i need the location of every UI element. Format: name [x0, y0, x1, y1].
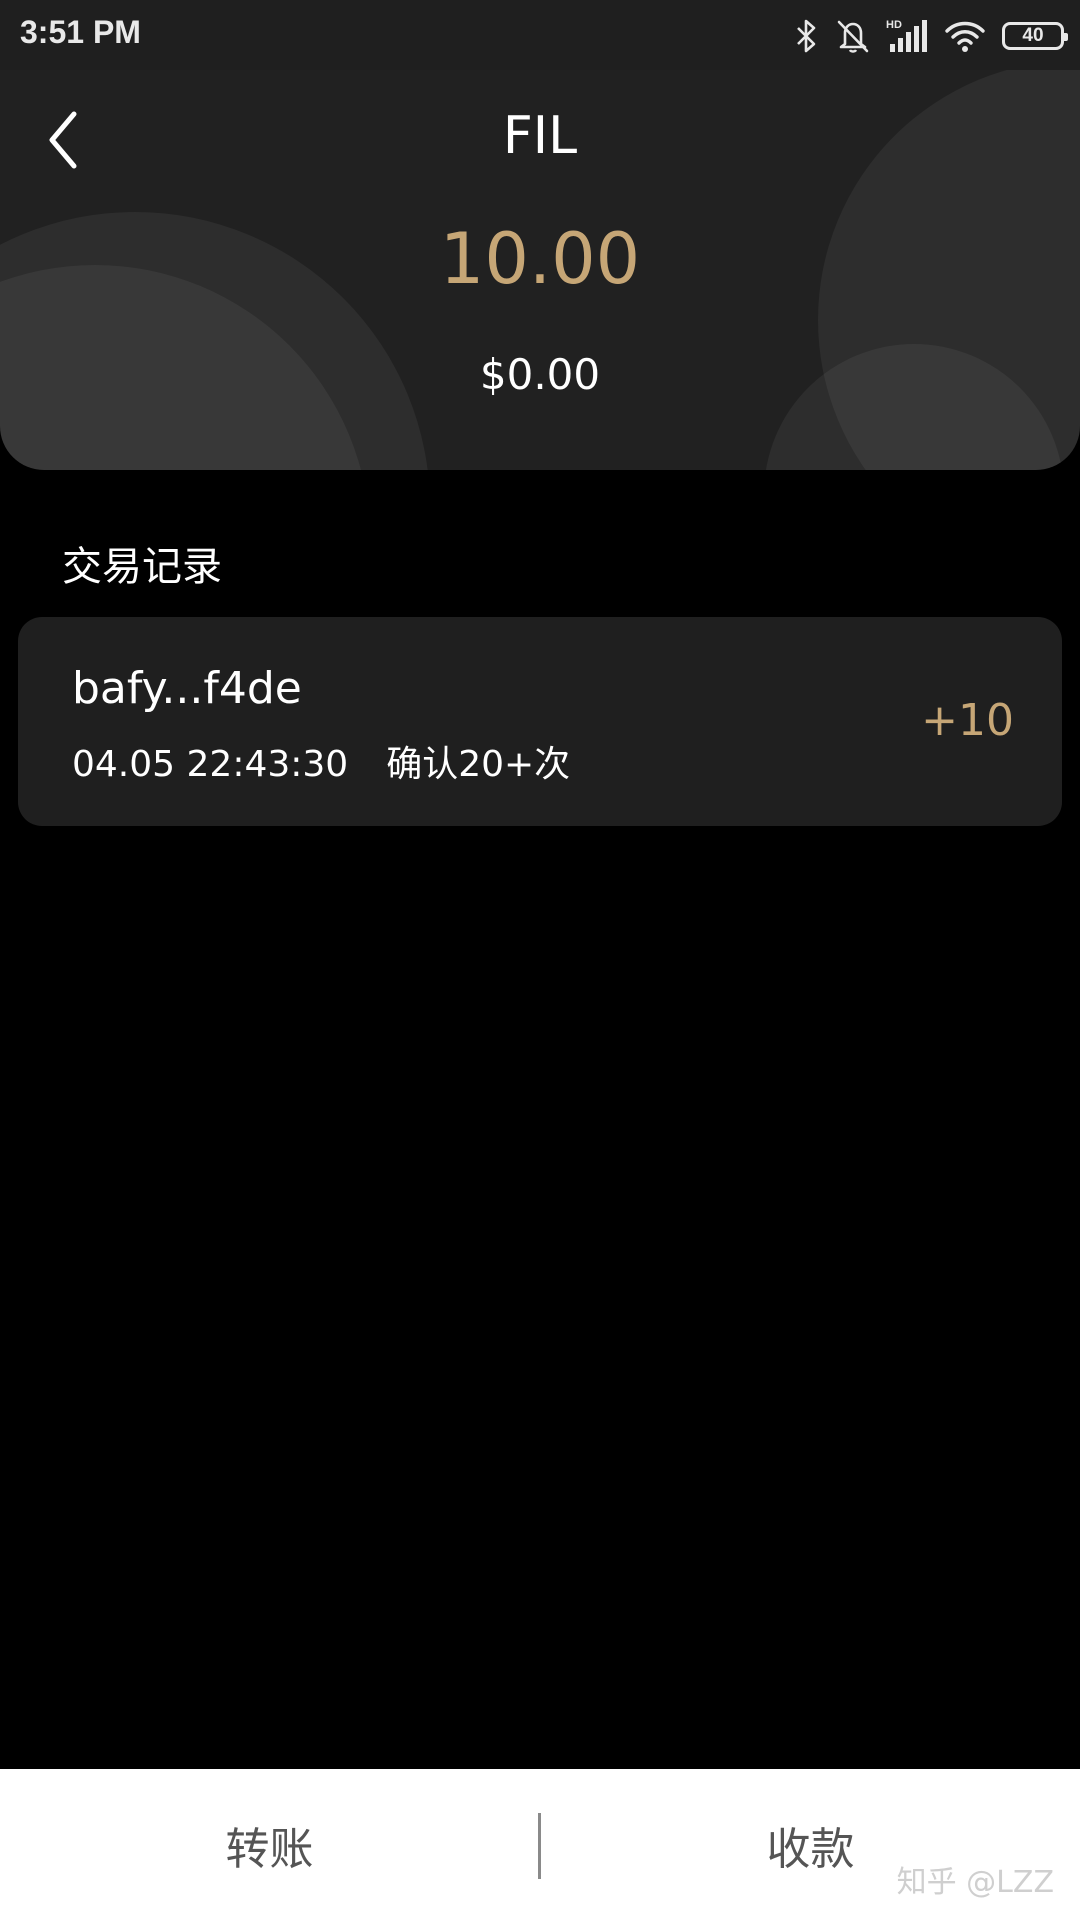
mute-bell-icon [837, 20, 869, 53]
transaction-confirmations: 确认20+次 [386, 744, 571, 785]
status-time: 3:51 PM [20, 14, 141, 50]
hd-signal-icon: HD [886, 19, 927, 52]
transaction-amount: +10 [921, 695, 1014, 746]
svg-text:HD: HD [886, 19, 902, 31]
token-balance: 10.00 [439, 218, 641, 300]
asset-header-card: FIL 10.00 $0.00 [0, 0, 1080, 470]
transaction-meta: 04.05 22:43:30 确认20+次 [72, 735, 570, 787]
status-bar: 3:51 PM HD 40 [0, 0, 1080, 70]
watermark: 知乎 @LZZ [896, 1865, 1054, 1900]
bottom-action-bar: 转账 收款 知乎 @LZZ [0, 1769, 1080, 1920]
bluetooth-icon [797, 19, 816, 53]
transaction-hash: bafy...f4de [72, 663, 302, 714]
page-title: FIL [502, 106, 578, 166]
transactions-title: 交易记录 [62, 544, 222, 590]
transaction-item[interactable]: bafy...f4de 04.05 22:43:30 确认20+次 +10 [18, 617, 1062, 826]
transaction-datetime: 04.05 22:43:30 [72, 744, 349, 785]
battery-icon: 40 [1002, 22, 1068, 50]
status-icons: HD 40 [794, 14, 1068, 58]
transfer-button[interactable]: 转账 [0, 1769, 539, 1920]
wifi-icon [945, 21, 985, 52]
fiat-balance: $0.00 [479, 350, 601, 399]
battery-level: 40 [1022, 25, 1044, 46]
